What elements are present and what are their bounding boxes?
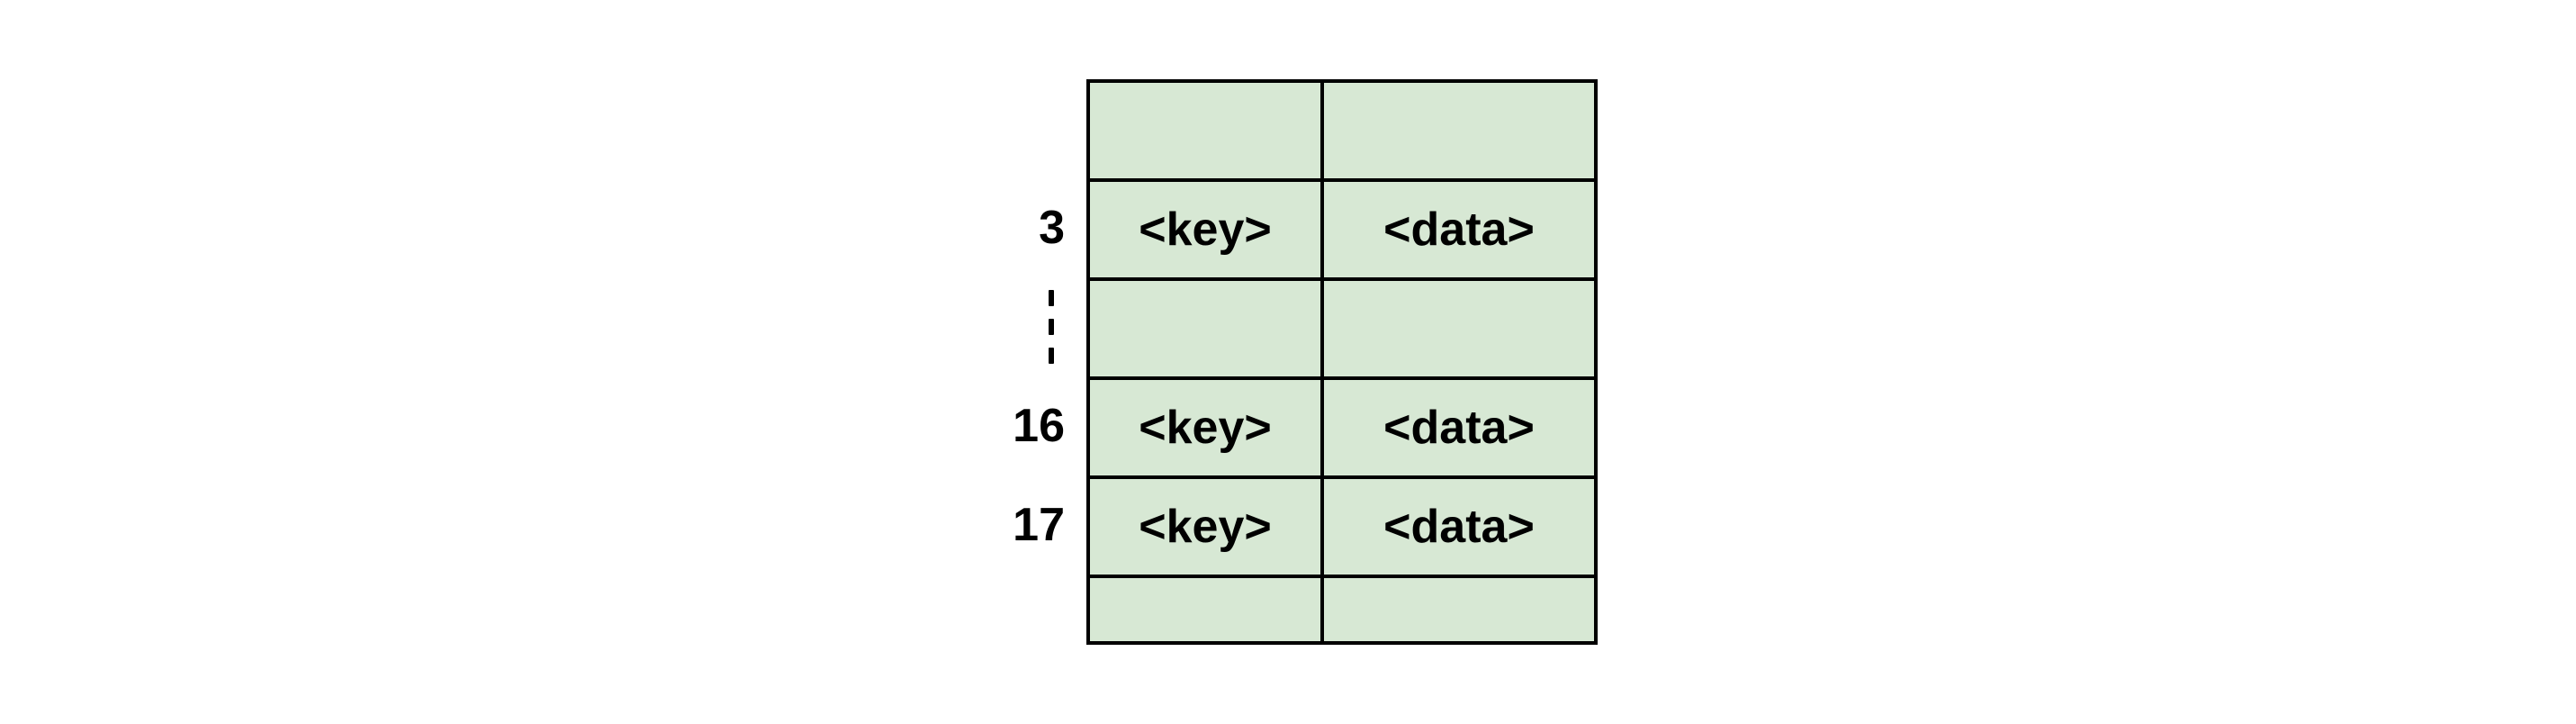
index-label — [978, 79, 1086, 178]
key-cell: <key> — [1090, 479, 1324, 575]
key-cell — [1090, 83, 1324, 178]
key-cell: <key> — [1090, 380, 1324, 475]
table-row: <key> <data> — [1090, 479, 1594, 578]
key-cell — [1090, 281, 1324, 376]
ellipsis-icon — [978, 277, 1086, 376]
index-label: 17 — [978, 475, 1086, 575]
index-label: 16 — [978, 376, 1086, 475]
table-row: <key> <data> — [1090, 182, 1594, 281]
diagram-canvas: 3 16 17 <key> <data> — [0, 0, 2576, 724]
data-cell: <data> — [1324, 380, 1594, 475]
data-cell — [1324, 83, 1594, 178]
data-cell — [1324, 578, 1594, 641]
table-grid: <key> <data> <key> <data> <key> <data> — [1086, 79, 1598, 645]
data-cell — [1324, 281, 1594, 376]
key-cell — [1090, 578, 1324, 641]
data-cell: <data> — [1324, 479, 1594, 575]
key-cell: <key> — [1090, 182, 1324, 277]
table-row — [1090, 281, 1594, 380]
index-label: 3 — [978, 178, 1086, 277]
table-row — [1090, 578, 1594, 641]
table-row — [1090, 83, 1594, 182]
index-label — [978, 575, 1086, 638]
table-row: <key> <data> — [1090, 380, 1594, 479]
data-cell: <data> — [1324, 182, 1594, 277]
hash-table-diagram: 3 16 17 <key> <data> — [978, 79, 1598, 645]
index-column: 3 16 17 — [978, 79, 1086, 645]
